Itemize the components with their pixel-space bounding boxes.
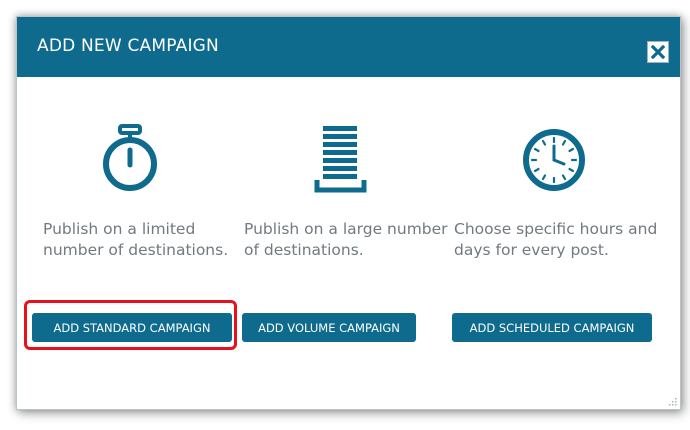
dialog-title: ADD NEW CAMPAIGN — [37, 36, 219, 56]
add-campaign-dialog: ADD NEW CAMPAIGN Publish on a limited nu… — [16, 16, 681, 410]
volume-campaign-description: Publish on a large number of destination… — [244, 220, 448, 259]
add-scheduled-campaign-button[interactable]: ADD SCHEDULED CAMPAIGN — [452, 313, 652, 342]
stopwatch-icon — [93, 122, 173, 202]
resize-grip-icon[interactable] — [667, 396, 677, 406]
scheduled-campaign-description: Choose specific hours and days for every… — [454, 220, 658, 259]
close-icon — [651, 45, 665, 59]
standard-campaign-description: Publish on a limited number of destinati… — [43, 220, 229, 259]
add-volume-campaign-button[interactable]: ADD VOLUME CAMPAIGN — [242, 313, 416, 342]
dialog-titlebar: ADD NEW CAMPAIGN — [17, 17, 680, 77]
close-button[interactable] — [647, 41, 669, 63]
add-standard-campaign-button[interactable]: ADD STANDARD CAMPAIGN — [32, 313, 232, 342]
volume-stack-icon — [304, 122, 384, 202]
clock-icon — [522, 122, 602, 202]
